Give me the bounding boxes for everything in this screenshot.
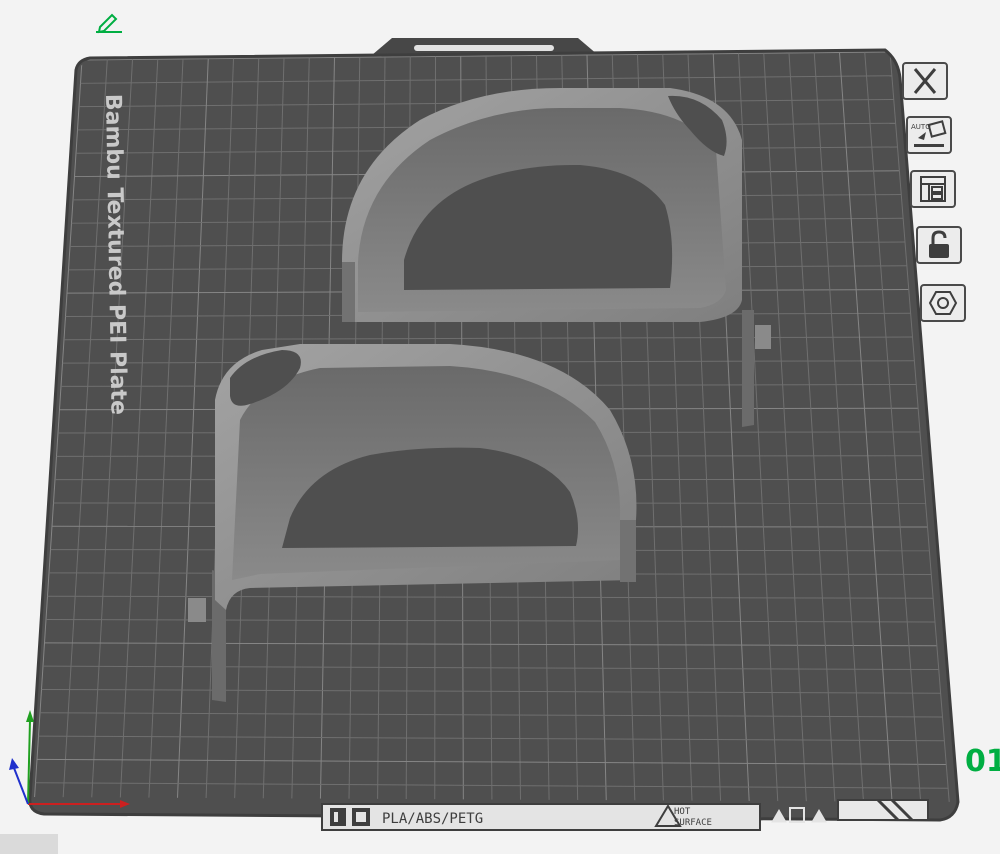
plate-number-label[interactable]: 01 — [965, 744, 1000, 779]
auto-orient-icon: AUTO — [911, 120, 947, 147]
lock-plate-button[interactable] — [916, 226, 962, 264]
arrange-button[interactable] — [910, 170, 956, 208]
filament-label: PLA/ABS/PETG — [382, 811, 483, 827]
unlocked-padlock-icon — [929, 230, 949, 258]
close-plate-button[interactable] — [902, 62, 948, 100]
status-box — [0, 834, 58, 854]
hex-nut-icon — [928, 291, 958, 315]
arrange-icon — [920, 176, 946, 202]
plate-handle-slot — [414, 45, 554, 51]
plate-settings-button[interactable] — [920, 284, 966, 322]
pencil-icon[interactable] — [94, 10, 124, 38]
plate-info-strip: PLA/ABS/PETG HOT SURFACE — [321, 798, 929, 831]
3d-viewport[interactable]: Bambu Textured PEI Plate PLA/ABS/PETG HO… — [0, 0, 1000, 854]
auto-orient-button[interactable]: AUTO — [906, 116, 952, 154]
hot-surface-line1: HOT — [674, 807, 691, 817]
x-icon — [913, 68, 937, 94]
hot-surface-line2: SURFACE — [674, 818, 712, 828]
